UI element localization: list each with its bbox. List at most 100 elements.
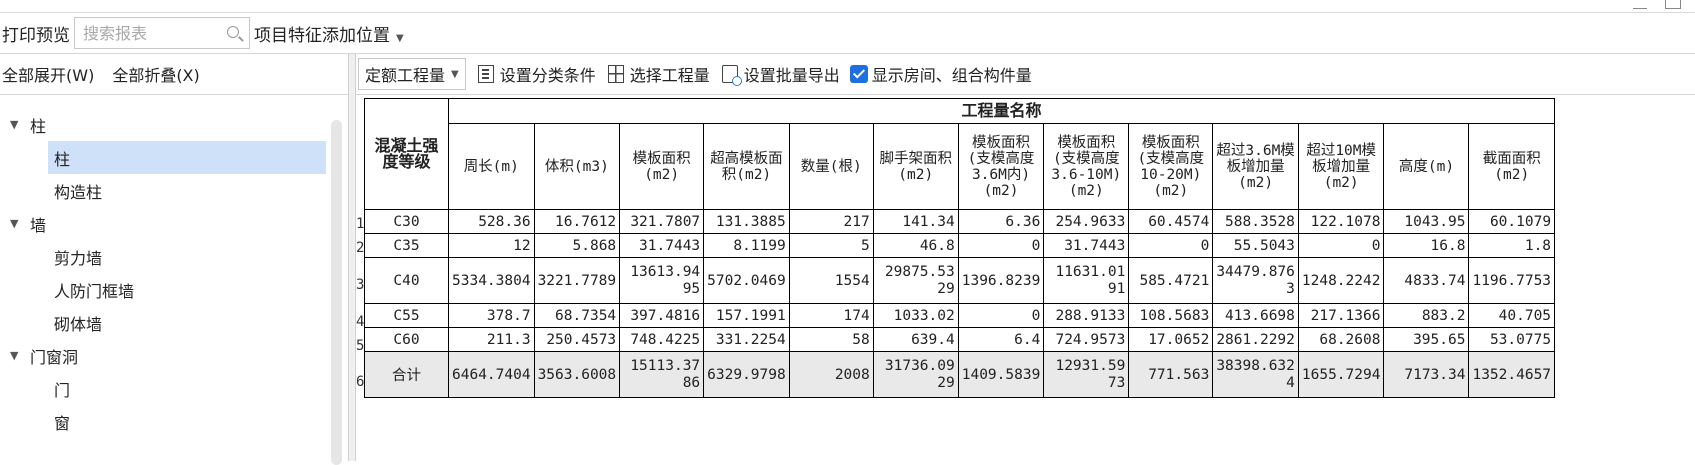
table-cell[interactable]: 7173.34 bbox=[1383, 351, 1470, 398]
expand-all-button[interactable]: 全部展开(W) bbox=[2, 62, 94, 86]
table-cell[interactable]: 31.7443 bbox=[1043, 233, 1130, 258]
table-cell[interactable]: 397.4816 bbox=[619, 303, 705, 328]
table-cell[interactable]: 254.9633 bbox=[1043, 209, 1130, 234]
tree-node-civil-defense-wall[interactable]: 人防门框墙 bbox=[0, 273, 348, 306]
collapse-all-button[interactable]: 全部折叠(X) bbox=[112, 62, 199, 86]
table-cell[interactable]: 413.6698 bbox=[1212, 303, 1299, 328]
caret-down-icon[interactable]: ▼ bbox=[10, 217, 30, 230]
table-cell[interactable]: 1033.02 bbox=[872, 303, 959, 328]
table-cell[interactable]: 38398.6324 bbox=[1212, 351, 1299, 398]
table-cell[interactable]: 331.2254 bbox=[703, 327, 790, 352]
table-cell[interactable]: 40.705 bbox=[1468, 303, 1556, 328]
maximize-icon[interactable] bbox=[1665, 0, 1681, 9]
quota-quantity-select[interactable]: 定额工程量 ▼ bbox=[358, 58, 466, 90]
tree-node-wall-group[interactable]: ▼ 墙 bbox=[0, 207, 348, 240]
tree-node-door[interactable]: 门 bbox=[0, 372, 348, 405]
caret-down-icon[interactable]: ▼ bbox=[10, 118, 30, 131]
table-cell[interactable]: 60.4574 bbox=[1128, 209, 1214, 234]
tree-node-window[interactable]: 窗 bbox=[0, 405, 348, 438]
table-cell[interactable]: 1043.95 bbox=[1383, 209, 1470, 234]
table-cell[interactable]: 3221.7789 bbox=[533, 257, 621, 304]
table-cell[interactable]: 5702.0469 bbox=[703, 257, 790, 304]
tree-scrollbar[interactable] bbox=[331, 120, 342, 465]
table-cell[interactable]: 639.4 bbox=[872, 327, 959, 352]
table-cell[interactable]: 15113.3786 bbox=[619, 351, 705, 398]
grade-cell[interactable]: 合计 bbox=[364, 351, 449, 398]
table-cell[interactable]: 157.1991 bbox=[703, 303, 790, 328]
show-room-checkbox[interactable]: 显示房间、组合构件量 bbox=[849, 62, 1032, 86]
table-cell[interactable]: 16.8 bbox=[1383, 233, 1470, 258]
table-cell[interactable]: 0 bbox=[957, 233, 1045, 258]
table-cell[interactable]: 883.2 bbox=[1383, 303, 1470, 328]
table-cell[interactable]: 53.0775 bbox=[1468, 327, 1556, 352]
table-cell[interactable]: 17.0652 bbox=[1128, 327, 1214, 352]
table-cell[interactable]: 6.4 bbox=[957, 327, 1045, 352]
table-cell[interactable]: 12931.5973 bbox=[1043, 351, 1130, 398]
table-cell[interactable]: 528.36 bbox=[448, 209, 535, 234]
table-cell[interactable]: 11631.0191 bbox=[1043, 257, 1130, 304]
grade-cell[interactable]: C40 bbox=[364, 257, 449, 304]
tree-node-column[interactable]: 柱 bbox=[48, 141, 326, 174]
table-cell[interactable]: 2008 bbox=[788, 351, 874, 398]
search-icon[interactable] bbox=[227, 26, 239, 38]
table-cell[interactable]: 29875.5329 bbox=[872, 257, 959, 304]
table-cell[interactable]: 378.7 bbox=[448, 303, 535, 328]
table-cell[interactable]: 2861.2292 bbox=[1212, 327, 1299, 352]
table-cell[interactable]: 55.5043 bbox=[1212, 233, 1299, 258]
table-cell[interactable]: 13613.9495 bbox=[619, 257, 705, 304]
table-cell[interactable]: 211.3 bbox=[448, 327, 535, 352]
table-cell[interactable]: 0 bbox=[1128, 233, 1214, 258]
table-cell[interactable]: 1.8 bbox=[1468, 233, 1556, 258]
table-cell[interactable]: 174 bbox=[788, 303, 874, 328]
table-cell[interactable]: 0 bbox=[957, 303, 1045, 328]
table-cell[interactable]: 321.7807 bbox=[619, 209, 705, 234]
total-row[interactable]: 合计 6464.7404 3563.6008 15113.3786 6329.9798 2… bbox=[364, 351, 1556, 398]
table-cell[interactable]: 108.5683 bbox=[1128, 303, 1214, 328]
table-cell[interactable]: 141.34 bbox=[872, 209, 959, 234]
table-cell[interactable]: 16.7612 bbox=[533, 209, 621, 234]
caret-down-icon[interactable]: ▼ bbox=[10, 349, 30, 362]
table-cell[interactable]: 8.1199 bbox=[703, 233, 790, 258]
feature-position-dropdown[interactable]: 项目特征添加位置 ▼ bbox=[254, 21, 404, 46]
set-category-button[interactable]: 设置分类条件 bbox=[477, 62, 596, 86]
table-cell[interactable]: 60.1079 bbox=[1468, 209, 1556, 234]
print-preview-button[interactable]: 打印预览 bbox=[2, 21, 70, 46]
table-cell[interactable]: 5.868 bbox=[533, 233, 621, 258]
panel-splitter[interactable] bbox=[348, 54, 356, 461]
table-cell[interactable]: 3563.6008 bbox=[533, 351, 621, 398]
table-cell[interactable]: 217 bbox=[788, 209, 874, 234]
select-quantity-button[interactable]: 选择工程量 bbox=[607, 62, 710, 86]
table-cell[interactable]: 288.9133 bbox=[1043, 303, 1130, 328]
table-cell[interactable]: 34479.8763 bbox=[1212, 257, 1299, 304]
table-row[interactable]: C30 528.36 16.7612 321.7807 131.3885 217 141.3… bbox=[364, 209, 1556, 234]
minimize-icon[interactable] bbox=[1633, 0, 1647, 9]
table-cell[interactable]: 1409.5839 bbox=[957, 351, 1045, 398]
table-cell[interactable]: 131.3885 bbox=[703, 209, 790, 234]
table-cell[interactable]: 5334.3804 bbox=[448, 257, 535, 304]
tree-node-construction-column[interactable]: 构造柱 bbox=[0, 174, 348, 207]
report-search-input[interactable] bbox=[81, 22, 225, 44]
table-cell[interactable]: 68.2608 bbox=[1297, 327, 1385, 352]
table-cell[interactable]: 68.7354 bbox=[533, 303, 621, 328]
table-row[interactable]: C40 5334.3804 3221.7789 13613.9495 5702.0469… bbox=[364, 257, 1556, 304]
tree-node-shear-wall[interactable]: 剪力墙 bbox=[0, 240, 348, 273]
table-cell[interactable]: 724.9573 bbox=[1043, 327, 1130, 352]
tree-node-column-group[interactable]: ▼ 柱 bbox=[0, 108, 348, 141]
table-cell[interactable]: 1655.7294 bbox=[1297, 351, 1385, 398]
table-cell[interactable]: 31736.0929 bbox=[872, 351, 959, 398]
table-cell[interactable]: 12 bbox=[448, 233, 535, 258]
table-cell[interactable]: 748.4225 bbox=[619, 327, 705, 352]
table-cell[interactable]: 58 bbox=[788, 327, 874, 352]
table-cell[interactable]: 1554 bbox=[788, 257, 874, 304]
table-cell[interactable]: 217.1366 bbox=[1297, 303, 1385, 328]
grade-cell[interactable]: C35 bbox=[364, 233, 449, 258]
tree-node-opening-group[interactable]: ▼ 门窗洞 bbox=[0, 339, 348, 372]
table-row[interactable]: C55 378.7 68.7354 397.4816 157.1991 174 1033.0… bbox=[364, 303, 1556, 328]
table-cell[interactable]: 122.1078 bbox=[1297, 209, 1385, 234]
batch-export-button[interactable]: 设置批量导出 bbox=[721, 62, 840, 86]
table-cell[interactable]: 31.7443 bbox=[619, 233, 705, 258]
table-cell[interactable]: 585.4721 bbox=[1128, 257, 1214, 304]
checkbox-checked-icon[interactable] bbox=[849, 65, 868, 83]
table-cell[interactable]: 588.3528 bbox=[1212, 209, 1299, 234]
table-cell[interactable]: 395.65 bbox=[1383, 327, 1470, 352]
